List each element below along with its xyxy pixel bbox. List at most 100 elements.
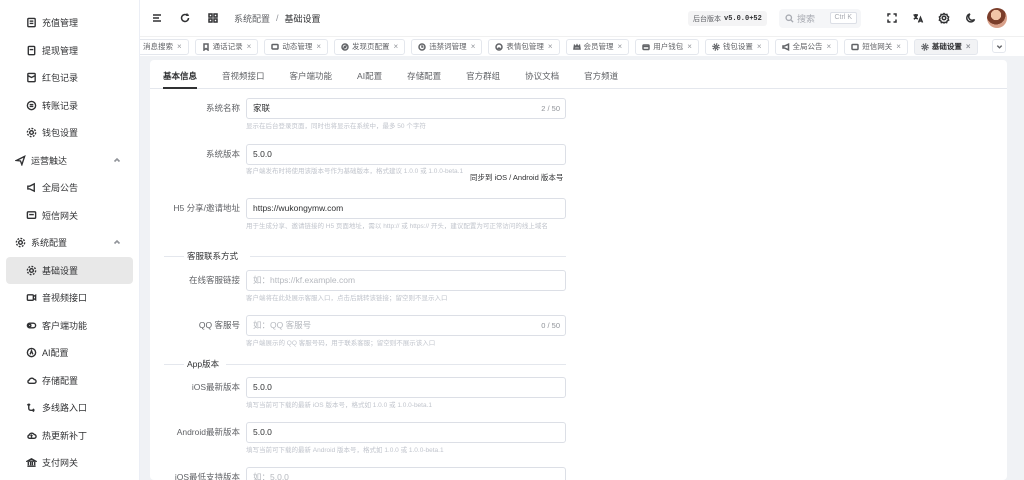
sidebar-item-wallet-settings[interactable]: 钱包设置 — [0, 119, 139, 147]
sidebar-item-hot-patch[interactable]: 热更新补丁 — [0, 422, 139, 450]
sidebar-item-av-api[interactable]: 音视频接口 — [0, 284, 139, 312]
close-icon[interactable]: × — [757, 42, 762, 51]
system-name-input[interactable]: 家联 — [246, 98, 566, 119]
tab-basic-settings[interactable]: 基础设置 × — [913, 38, 978, 55]
sidebar-item-label: 钱包设置 — [42, 128, 79, 139]
ios-min-input[interactable]: 如：5.0.0 — [246, 467, 566, 480]
sidebar-item-storage-config[interactable]: 存储配置 — [0, 367, 139, 395]
dark-mode-icon[interactable] — [964, 11, 978, 25]
tabs-more-button[interactable] — [992, 39, 1006, 53]
subtab-client-features[interactable]: 客户端功能 — [290, 70, 333, 88]
translate-icon[interactable] — [911, 11, 925, 25]
sidebar-item-withdraw[interactable]: 提现管理 — [0, 37, 139, 65]
tab-membership[interactable]: 会员管理 × — [565, 38, 630, 55]
message-icon — [851, 43, 859, 51]
close-icon[interactable]: × — [471, 42, 476, 51]
tab-label: 钱包设置 — [722, 42, 753, 51]
subtab-basic-info[interactable]: 基本信息 — [163, 70, 198, 89]
close-icon[interactable]: × — [316, 42, 321, 51]
sidebar-group-system[interactable]: 系统配置 — [0, 229, 139, 257]
smile-icon — [495, 42, 504, 51]
search-placeholder: 搜索 — [797, 14, 816, 24]
sidebar-item-label: 客户端功能 — [42, 320, 88, 331]
sidebar-item-transfers[interactable]: 转账记录 — [0, 92, 139, 120]
sidebar-item-announcement[interactable]: 全局公告 — [0, 174, 139, 202]
tab-bar: 消息搜索 × 通话记录 × 动态管理 × 发现页配置 × 违禁词管理 × 表情包管理 × 会… — [140, 36, 1024, 56]
qq-service-input[interactable]: 如：QQ 客服号 — [246, 315, 566, 336]
sidebar-item-payment-gateway[interactable]: 支付网关 — [0, 449, 139, 477]
avatar[interactable] — [987, 8, 1007, 28]
close-icon[interactable]: × — [548, 42, 553, 51]
tab-moments[interactable]: 动态管理 × — [264, 38, 329, 55]
gear-icon — [25, 264, 37, 276]
close-icon[interactable]: × — [827, 42, 832, 51]
breadcrumb-separator: / — [276, 13, 279, 23]
tab-user-wallet[interactable]: 用户钱包 × — [635, 38, 699, 55]
close-icon[interactable]: × — [687, 42, 692, 51]
sidebar: 充值管理 提现管理 红包记录 转账记录 钱包设置 运营触达 全局公告 短信网关 … — [0, 0, 140, 480]
sidebar-item-basic-settings[interactable]: 基础设置 — [6, 256, 133, 284]
tab-announcement[interactable]: 全局公告 × — [774, 38, 839, 55]
tab-label: 表情包管理 — [506, 42, 544, 51]
section-divider — [164, 256, 184, 257]
subtab-av-api[interactable]: 音视频接口 — [222, 70, 265, 88]
sidebar-group-operations[interactable]: 运营触达 — [0, 147, 139, 175]
tab-discover-config[interactable]: 发现页配置 × — [334, 38, 406, 55]
close-icon[interactable]: × — [394, 42, 399, 51]
tab-label: 发现页配置 — [352, 42, 390, 51]
tab-wallet-settings[interactable]: 钱包设置 × — [704, 38, 769, 55]
breadcrumb-item[interactable]: 系统配置 — [234, 12, 270, 25]
sidebar-item-multi-routes[interactable]: 多线路入口 — [0, 394, 139, 422]
system-name-label: 系统名称 — [205, 103, 240, 113]
chevron-down-icon — [996, 44, 1002, 49]
bookmark-icon — [202, 42, 210, 51]
fullscreen-icon[interactable] — [885, 11, 899, 25]
android-latest-input[interactable]: 5.0.0 — [246, 422, 566, 443]
online-service-input[interactable]: 如：https://kf.example.com — [246, 270, 566, 291]
sync-version-link[interactable]: 同步到 iOS / Android 版本号 — [470, 172, 563, 183]
subtab-agreements[interactable]: 协议文档 — [525, 70, 559, 88]
tab-label: 动态管理 — [282, 42, 313, 51]
close-icon[interactable]: × — [966, 42, 971, 51]
sidebar-item-label: 转账记录 — [42, 100, 79, 111]
subtab-official-groups[interactable]: 官方群组 — [466, 70, 500, 88]
sidebar-item-client-features[interactable]: 客户端功能 — [0, 312, 139, 340]
ios-latest-input[interactable]: 5.0.0 — [246, 377, 566, 398]
menu-toggle-icon[interactable] — [150, 11, 164, 25]
refresh-icon[interactable] — [178, 11, 192, 25]
clock-icon — [418, 42, 426, 51]
sidebar-group-label: 系统配置 — [31, 238, 68, 249]
transfer-icon — [25, 99, 37, 111]
sidebar-item-ai-config[interactable]: AI配置 — [0, 339, 139, 367]
section-divider — [164, 364, 184, 365]
tab-message-search[interactable]: 消息搜索 × — [140, 38, 189, 55]
routes-icon — [25, 402, 37, 414]
tab-sms-gateway[interactable]: 短信网关 × — [844, 38, 908, 55]
sidebar-item-recharge[interactable]: 充值管理 — [0, 9, 139, 37]
close-icon[interactable]: × — [177, 42, 182, 51]
sidebar-group-label: 运营触达 — [31, 155, 68, 166]
section-divider — [250, 256, 566, 257]
sidebar-item-sms-gateway[interactable]: 短信网关 — [0, 202, 139, 230]
red-packet-icon — [25, 72, 37, 84]
system-name-help: 显示在后台登录页面，同时也将显示在系统中，最多 50 个字符 — [246, 123, 426, 130]
settings-icon[interactable] — [937, 11, 951, 25]
ios-latest-label: iOS最新版本 — [191, 382, 240, 392]
tab-banned-words[interactable]: 违禁词管理 × — [411, 38, 483, 55]
grid-icon[interactable] — [206, 11, 220, 25]
system-version-input[interactable]: 5.0.0 — [246, 144, 566, 165]
close-icon[interactable]: × — [618, 42, 623, 51]
section-title-app-version: App版本 — [187, 359, 220, 369]
sidebar-item-label: 热更新补丁 — [42, 430, 88, 441]
close-icon[interactable]: × — [896, 42, 901, 51]
tab-stickers[interactable]: 表情包管理 × — [488, 38, 560, 55]
search-input[interactable]: 搜索 Ctrl K — [779, 9, 861, 28]
subtab-ai-config[interactable]: AI配置 — [357, 70, 382, 88]
subtab-storage[interactable]: 存储配置 — [407, 70, 441, 88]
subtab-official-channels[interactable]: 官方频道 — [584, 70, 618, 88]
close-icon[interactable]: × — [247, 42, 252, 51]
h5-url-input[interactable]: https://wukongymw.com — [246, 198, 566, 219]
tab-call-records[interactable]: 通话记录 × — [194, 38, 259, 55]
breadcrumb: 系统配置 / 基础设置 — [234, 12, 321, 25]
sidebar-item-red-packets[interactable]: 红包记录 — [0, 64, 139, 92]
